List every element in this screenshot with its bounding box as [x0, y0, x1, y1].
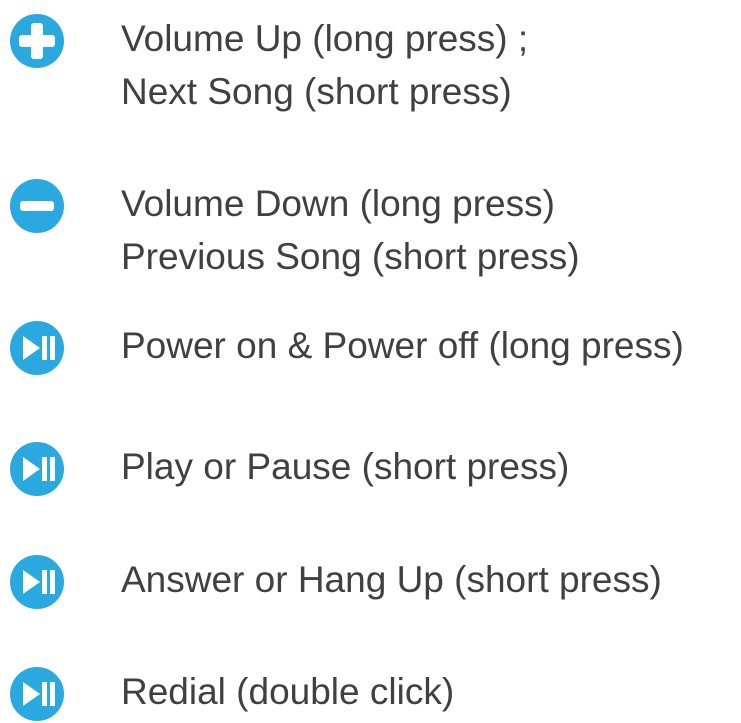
- function-description: Answer or Hang Up (short press): [121, 553, 662, 606]
- description-line-1: Redial (double click): [121, 671, 455, 712]
- function-description: Play or Pause (short press): [121, 440, 569, 493]
- description-line-2: Previous Song (short press): [121, 236, 580, 277]
- function-description: Redial (double click): [121, 665, 454, 718]
- description-line-1: Volume Down (long press): [121, 183, 555, 224]
- play-pause-icon: [8, 553, 66, 611]
- function-description: Power on & Power off (long press): [121, 319, 684, 372]
- description-line-1: Power on & Power off (long press): [121, 325, 684, 366]
- function-description: Volume Up (long press) ; Next Song (shor…: [121, 12, 528, 118]
- description-line-1: Answer or Hang Up (short press): [121, 559, 662, 600]
- plus-icon: [8, 12, 66, 70]
- play-pause-icon: [8, 440, 66, 498]
- button-function-list: Volume Up (long press) ; Next Song (shor…: [0, 0, 741, 721]
- play-pause-icon: [8, 319, 66, 377]
- description-line-2: Next Song (short press): [121, 71, 512, 112]
- function-description: Volume Down (long press) Previous Song (…: [121, 177, 580, 283]
- description-line-1: Volume Up (long press) ;: [121, 18, 529, 59]
- description-line-1: Play or Pause (short press): [121, 446, 570, 487]
- minus-icon: [8, 177, 66, 235]
- play-pause-icon: [8, 665, 66, 723]
